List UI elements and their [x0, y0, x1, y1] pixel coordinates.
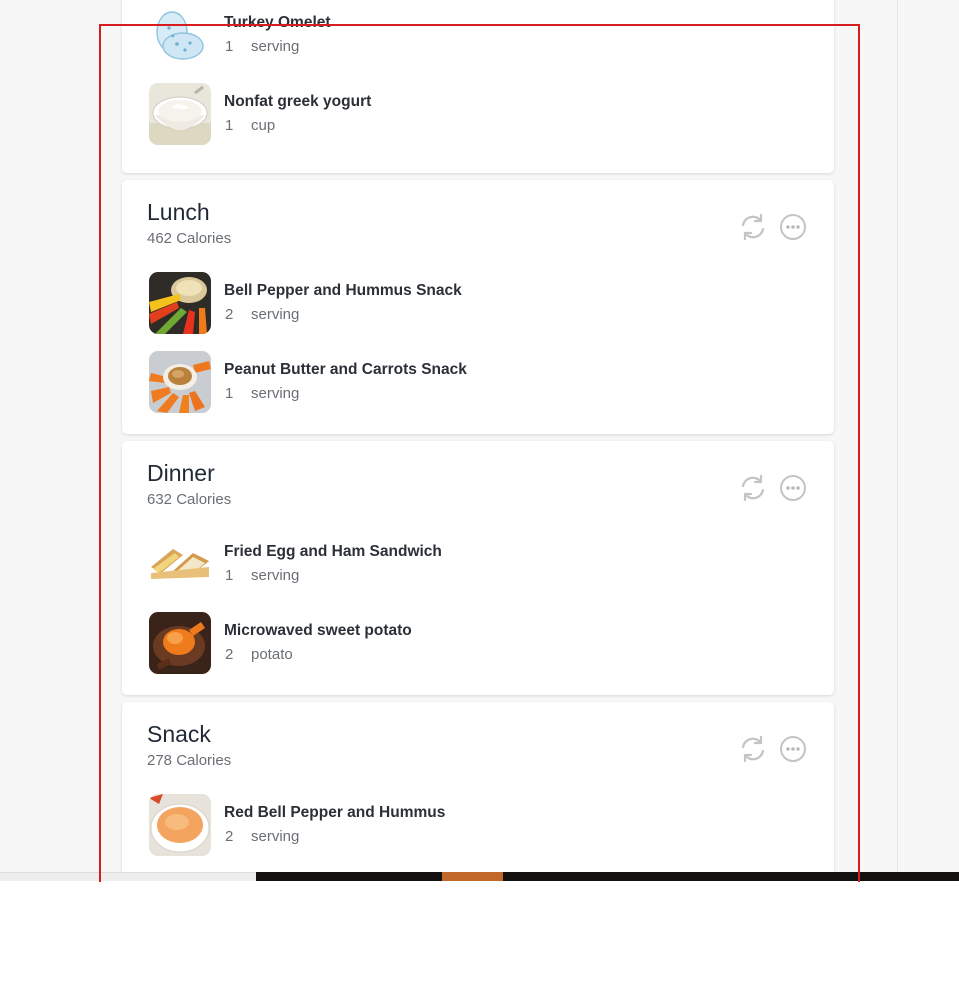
- food-item[interactable]: Nonfat greek yogurt 1 cup: [149, 83, 371, 145]
- red-pepper-hummus-photo: [149, 794, 211, 856]
- meal-card-lunch: Lunch 462 Calories Bell Pepper and Hummu…: [122, 180, 834, 434]
- refresh-icon: [741, 735, 765, 763]
- food-item[interactable]: Microwaved sweet potato 2 potato: [149, 612, 442, 674]
- food-name[interactable]: Fried Egg and Ham Sandwich: [224, 542, 442, 562]
- egg-ham-sandwich-photo: [149, 533, 211, 595]
- more-options-icon: [780, 736, 806, 762]
- food-item[interactable]: Turkey Omelet 1 serving: [149, 4, 371, 66]
- meal-card-snack: Snack 278 Calories Red Bell Pepper and H…: [122, 702, 834, 880]
- food-amount: 2: [225, 306, 234, 323]
- meal-more-button[interactable]: [778, 212, 808, 242]
- food-quantity: 1 serving: [224, 37, 331, 57]
- refresh-icon: [741, 213, 765, 241]
- right-divider: [897, 0, 898, 880]
- food-amount: 2: [225, 646, 234, 663]
- meal-card-breakfast: Turkey Omelet 1 serving Nonfat greek yog…: [122, 0, 834, 173]
- food-name[interactable]: Bell Pepper and Hummus Snack: [224, 281, 462, 301]
- refresh-icon: [741, 474, 765, 502]
- meal-calories: 632 Calories: [147, 491, 232, 508]
- meal-more-button[interactable]: [778, 473, 808, 503]
- meal-header: Lunch 462 Calories: [147, 198, 231, 249]
- meal-actions: [738, 473, 808, 503]
- bottom-strip-light: [0, 872, 256, 881]
- food-unit: serving: [251, 828, 300, 845]
- blank-area: [0, 881, 959, 989]
- food-unit: cup: [251, 117, 276, 134]
- sweet-potato-photo: [149, 612, 211, 674]
- peanut-butter-carrots-photo: [149, 351, 211, 413]
- omelet-egg-icon: [149, 4, 211, 66]
- food-name[interactable]: Red Bell Pepper and Hummus: [224, 803, 445, 823]
- food-amount: 1: [225, 117, 234, 134]
- screenshot-viewport: Turkey Omelet 1 serving Nonfat greek yog…: [0, 0, 959, 989]
- food-item[interactable]: Peanut Butter and Carrots Snack 1 servin…: [149, 351, 467, 413]
- more-options-icon: [780, 475, 806, 501]
- food-amount: 1: [225, 385, 234, 402]
- food-unit: serving: [251, 567, 300, 584]
- food-amount: 1: [225, 567, 234, 584]
- food-list: Red Bell Pepper and Hummus 2 serving: [149, 794, 445, 873]
- food-item[interactable]: Fried Egg and Ham Sandwich 1 serving: [149, 533, 442, 595]
- food-item[interactable]: Bell Pepper and Hummus Snack 2 serving: [149, 272, 467, 334]
- page-background: Turkey Omelet 1 serving Nonfat greek yog…: [0, 0, 959, 880]
- food-name[interactable]: Nonfat greek yogurt: [224, 92, 371, 112]
- food-amount: 2: [225, 828, 234, 845]
- meal-calories: 278 Calories: [147, 752, 232, 769]
- food-name[interactable]: Peanut Butter and Carrots Snack: [224, 360, 467, 380]
- yogurt-bowl-photo: [149, 83, 211, 145]
- meal-card-dinner: Dinner 632 Calories Fried Egg and Ham Sa…: [122, 441, 834, 695]
- bell-pepper-hummus-photo: [149, 272, 211, 334]
- food-list: Bell Pepper and Hummus Snack 2 serving P…: [149, 272, 467, 430]
- regenerate-meal-button[interactable]: [738, 734, 768, 764]
- food-quantity: 1 serving: [224, 384, 467, 404]
- meal-plan-column: Turkey Omelet 1 serving Nonfat greek yog…: [122, 0, 834, 880]
- bottom-strip-dark: [256, 872, 959, 881]
- food-list: Turkey Omelet 1 serving Nonfat greek yog…: [149, 4, 371, 162]
- food-amount: 1: [225, 38, 234, 55]
- food-unit: serving: [251, 38, 300, 55]
- meal-title: Dinner: [147, 460, 215, 486]
- bottom-strip-accent: [442, 872, 503, 881]
- meal-header: Snack 278 Calories: [147, 720, 231, 771]
- food-list: Fried Egg and Ham Sandwich 1 serving Mic…: [149, 533, 442, 691]
- food-name[interactable]: Turkey Omelet: [224, 13, 331, 33]
- food-unit: serving: [251, 385, 300, 402]
- food-unit: serving: [251, 306, 300, 323]
- food-quantity: 2 serving: [224, 305, 462, 325]
- meal-more-button[interactable]: [778, 734, 808, 764]
- food-item[interactable]: Red Bell Pepper and Hummus 2 serving: [149, 794, 445, 856]
- food-name[interactable]: Microwaved sweet potato: [224, 621, 412, 641]
- meal-actions: [738, 734, 808, 764]
- food-quantity: 1 cup: [224, 116, 371, 136]
- meal-title: Lunch: [147, 199, 210, 225]
- regenerate-meal-button[interactable]: [738, 473, 768, 503]
- food-unit: potato: [251, 646, 293, 663]
- more-options-icon: [780, 214, 806, 240]
- meal-calories: 462 Calories: [147, 230, 232, 247]
- meal-actions: [738, 212, 808, 242]
- food-quantity: 2 serving: [224, 827, 445, 847]
- meal-header: Dinner 632 Calories: [147, 459, 231, 510]
- food-quantity: 1 serving: [224, 566, 442, 586]
- food-quantity: 2 potato: [224, 645, 412, 665]
- meal-title: Snack: [147, 721, 211, 747]
- regenerate-meal-button[interactable]: [738, 212, 768, 242]
